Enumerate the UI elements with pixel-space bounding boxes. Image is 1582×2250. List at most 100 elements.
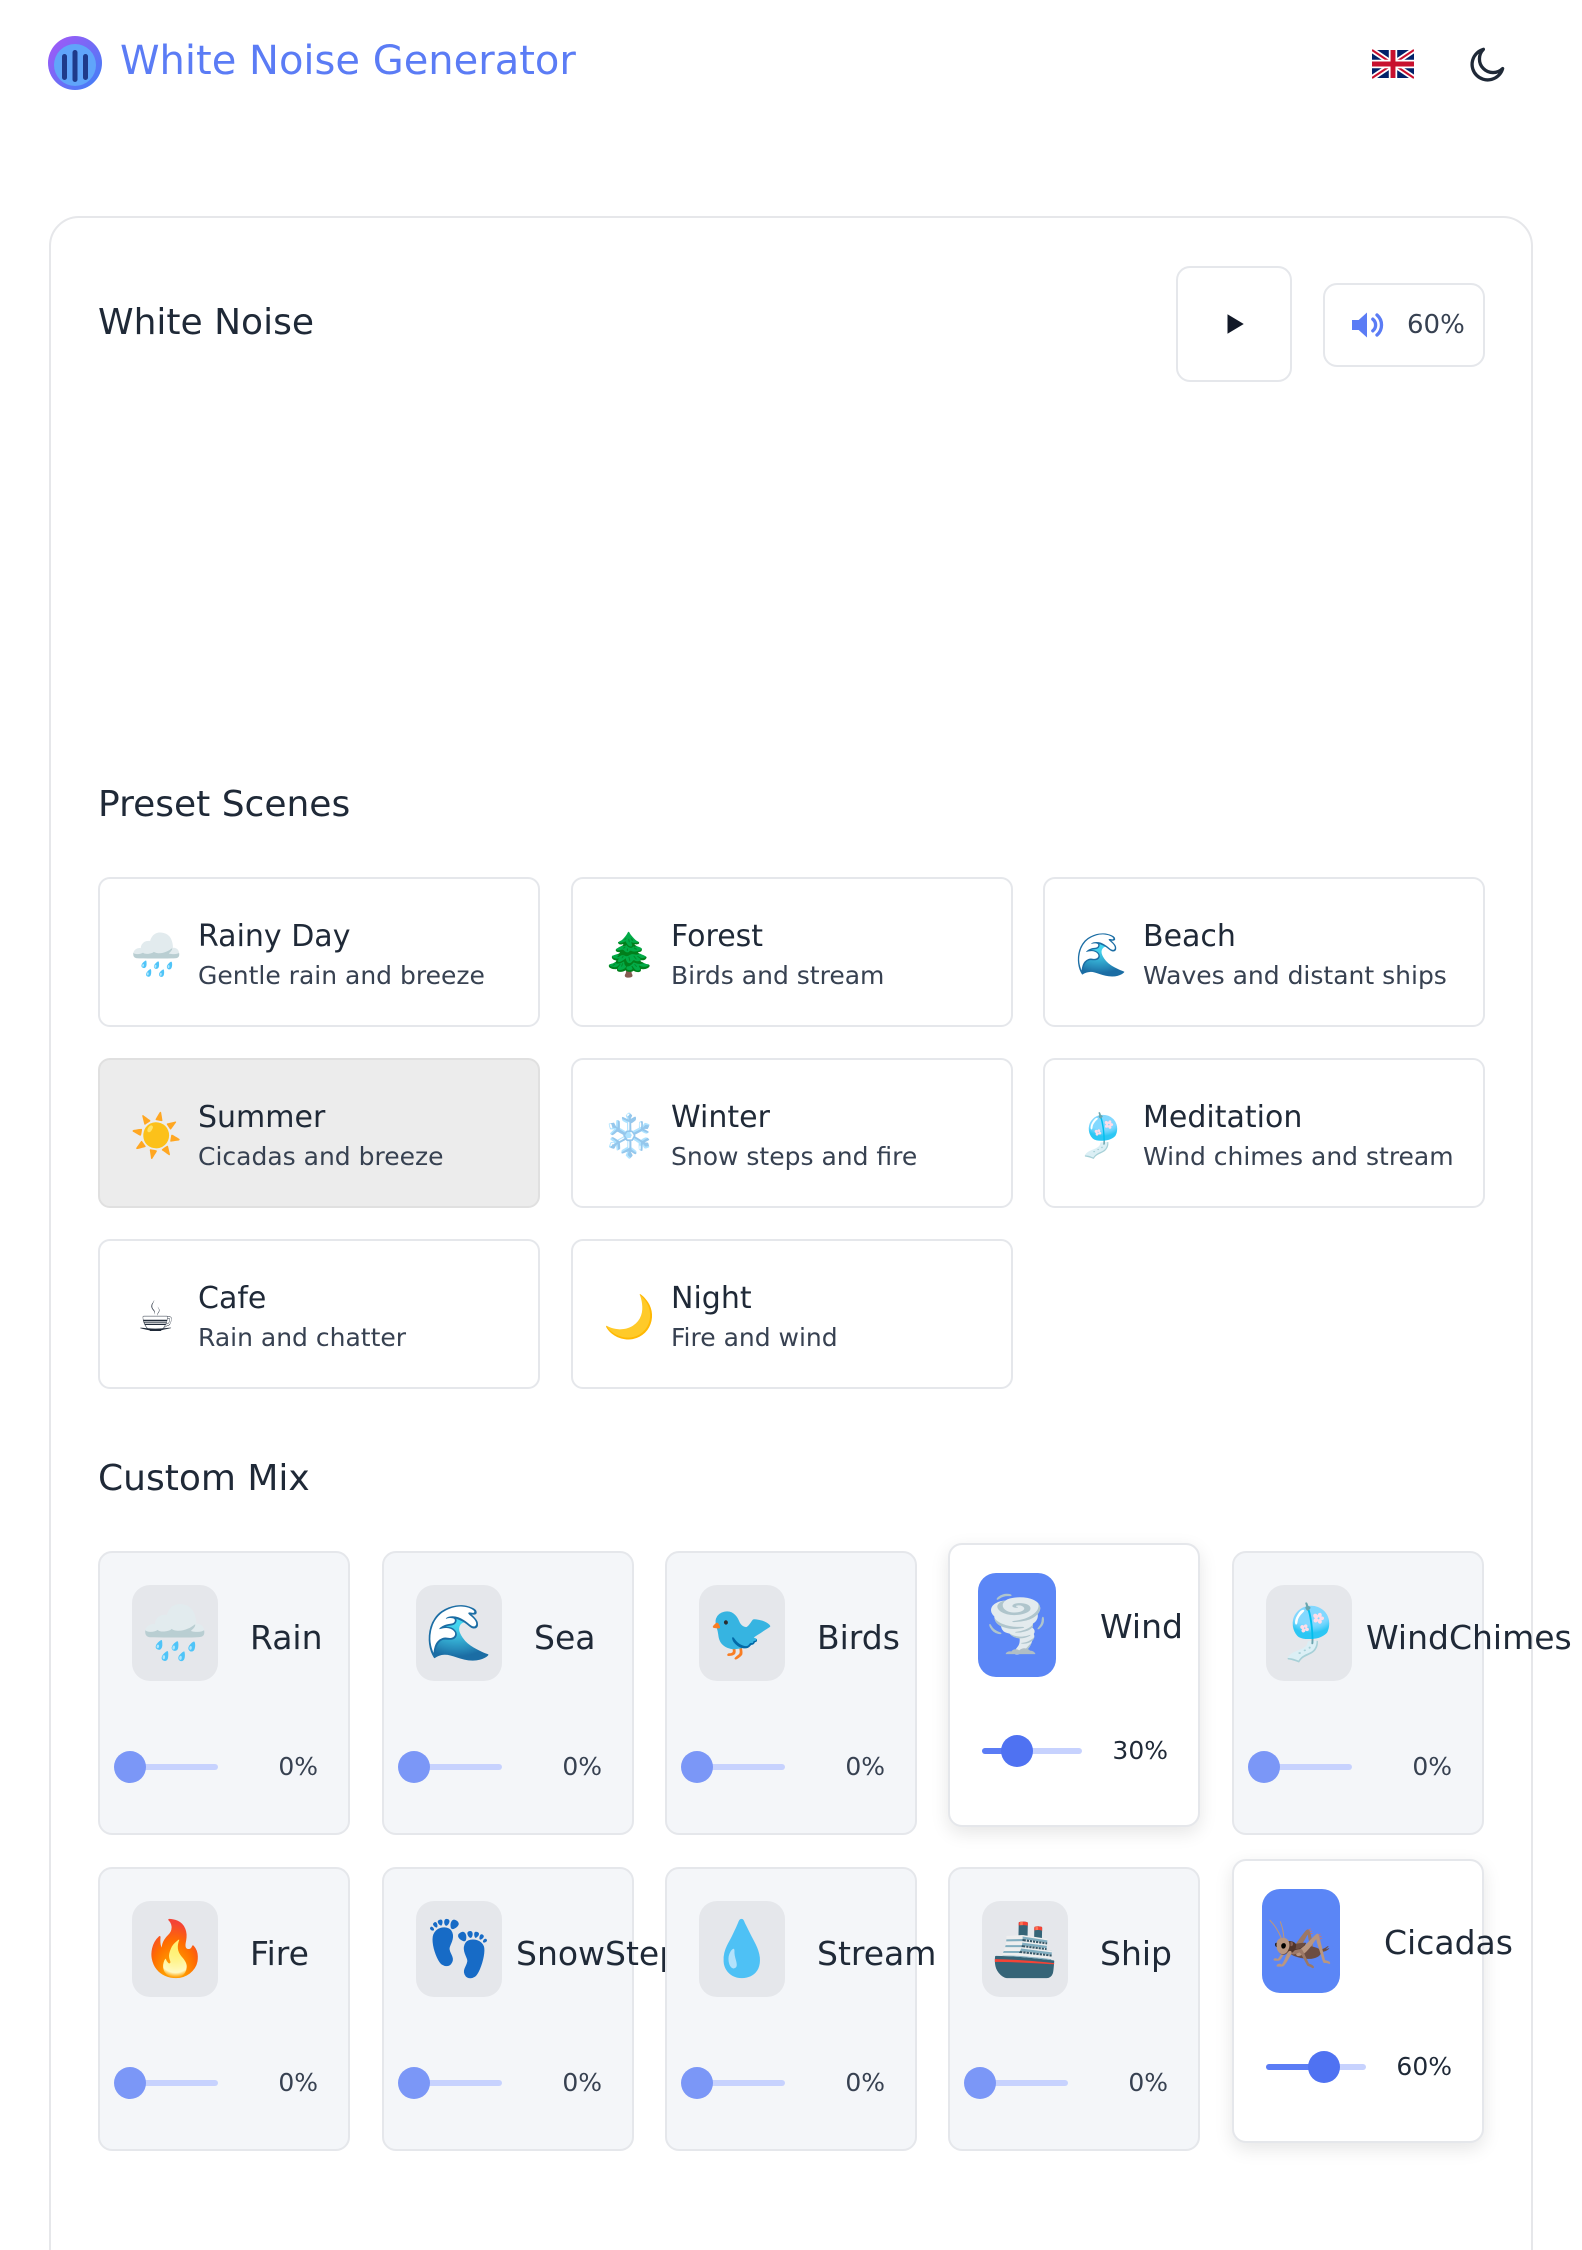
moon-icon[interactable]: [1466, 42, 1510, 86]
preset-forest[interactable]: 🌲 Forest Birds and stream: [571, 877, 1013, 1027]
sound-name-line: Wind: [1366, 1618, 1449, 1657]
play-icon: [1227, 314, 1244, 334]
preset-description: Fire and wind: [671, 1323, 838, 1352]
preset-beach[interactable]: 🌊 Beach Waves and distant ships: [1043, 877, 1485, 1027]
sound-volume-value: 0%: [562, 2068, 602, 2097]
preset-summer[interactable]: ☀️ Summer Cicadas and breeze: [98, 1058, 540, 1208]
sun-icon: ☀️: [130, 1111, 183, 1160]
sound-volume-value: 0%: [845, 1752, 885, 1781]
fire-icon[interactable]: 🔥: [132, 1901, 218, 1997]
volume-slider[interactable]: [1266, 2049, 1366, 2085]
sound-tile-birds: 🐦 Birds 0%: [665, 1551, 917, 1835]
slider-thumb[interactable]: [964, 2067, 996, 2099]
sound-volume-value: 0%: [278, 1752, 318, 1781]
volume-slider[interactable]: [982, 1733, 1082, 1769]
droplet-icon[interactable]: 💧: [699, 1901, 785, 1997]
rain-cloud-icon: 🌧️: [130, 930, 183, 979]
app-logo-icon: [48, 36, 102, 90]
sound-volume-value: 0%: [562, 1752, 602, 1781]
preset-rainy-day[interactable]: 🌧️ Rainy Day Gentle rain and breeze: [98, 877, 540, 1027]
wind-chime-icon[interactable]: 🎐: [1266, 1585, 1352, 1681]
footprints-icon[interactable]: 👣: [416, 1901, 502, 1997]
sound-name: Wind: [1100, 1607, 1183, 1646]
cricket-icon[interactable]: 🦗: [1262, 1889, 1340, 1993]
preset-name: Rainy Day: [198, 919, 351, 954]
sound-name: Ship: [1100, 1934, 1172, 1973]
sound-tile-rain: 🌧️ Rain 0%: [98, 1551, 350, 1835]
sound-volume-value: 0%: [1128, 2068, 1168, 2097]
volume-slider[interactable]: [681, 1749, 785, 1785]
volume-slider[interactable]: [114, 2065, 218, 2101]
preset-name: Meditation: [1143, 1100, 1303, 1135]
preset-description: Snow steps and fire: [671, 1142, 918, 1171]
play-button[interactable]: [1176, 266, 1292, 382]
player-title: White Noise: [98, 302, 314, 343]
ship-icon[interactable]: 🚢: [982, 1901, 1068, 1997]
top-header: White Noise Generator: [0, 0, 1582, 130]
preset-description: Waves and distant ships: [1143, 961, 1447, 990]
slider-thumb[interactable]: [1307, 2051, 1340, 2083]
preset-name: Cafe: [198, 1281, 267, 1316]
slider-thumb[interactable]: [398, 2067, 430, 2099]
preset-name: Beach: [1143, 919, 1236, 954]
slider-thumb[interactable]: [398, 1751, 430, 1783]
volume-slider[interactable]: [1248, 1749, 1352, 1785]
sound-volume-value: 30%: [1112, 1736, 1168, 1765]
sound-tile-snow-steps: 👣 Snow Steps 0%: [382, 1867, 697, 2151]
preset-meditation[interactable]: 🎐 Meditation Wind chimes and stream: [1043, 1058, 1485, 1208]
sound-volume-value: 60%: [1396, 2052, 1452, 2081]
preset-description: Gentle rain and breeze: [198, 961, 485, 990]
wind-chime-icon: 🎐: [1075, 1111, 1128, 1160]
crescent-moon-icon: 🌙: [603, 1292, 656, 1341]
slider-thumb[interactable]: [114, 2067, 146, 2099]
preset-description: Cicadas and breeze: [198, 1142, 444, 1171]
sound-volume-value: 0%: [278, 2068, 318, 2097]
rain-cloud-icon[interactable]: 🌧️: [132, 1585, 218, 1681]
tree-icon: 🌲: [603, 930, 656, 979]
slider-thumb[interactable]: [1248, 1751, 1280, 1783]
app-title: White Noise Generator: [120, 38, 576, 84]
sound-tile-stream: 💧 Stream 0%: [665, 1867, 936, 2151]
uk-flag-icon[interactable]: [1372, 49, 1414, 79]
sound-name: Rain: [250, 1618, 323, 1657]
preset-description: Birds and stream: [671, 961, 885, 990]
volume-slider[interactable]: [398, 1749, 502, 1785]
slider-thumb[interactable]: [681, 2067, 713, 2099]
wave-icon[interactable]: 🌊: [416, 1585, 502, 1681]
sound-tile-ship: 🚢 Ship 0%: [948, 1867, 1200, 2151]
sound-tile-cicadas: 🦗 Cicadas 60%: [1232, 1859, 1513, 2143]
preset-name: Summer: [198, 1100, 326, 1135]
sound-name: Fire: [250, 1934, 309, 1973]
volume-slider[interactable]: [964, 2065, 1068, 2101]
wave-icon: 🌊: [1075, 930, 1128, 979]
custom-mix-title: Custom Mix: [98, 1458, 310, 1499]
volume-slider[interactable]: [681, 2065, 785, 2101]
sound-name: Birds: [817, 1618, 900, 1657]
slider-thumb[interactable]: [1000, 1735, 1033, 1767]
sound-name: Cicadas: [1384, 1923, 1513, 1962]
preset-name: Night: [671, 1281, 752, 1316]
bird-icon[interactable]: 🐦: [699, 1585, 785, 1681]
volume-slider[interactable]: [398, 2065, 502, 2101]
preset-cafe[interactable]: ☕ Cafe Rain and chatter: [98, 1239, 540, 1389]
sound-tile-fire: 🔥 Fire 0%: [98, 1867, 350, 2151]
sound-volume-value: 0%: [1412, 1752, 1452, 1781]
preset-description: Wind chimes and stream: [1143, 1142, 1454, 1171]
volume-value: 60%: [1407, 310, 1465, 340]
sound-name: Sea: [534, 1618, 596, 1657]
preset-name: Winter: [671, 1100, 770, 1135]
slider-thumb[interactable]: [681, 1751, 713, 1783]
sound-name: Stream: [817, 1934, 937, 1973]
coffee-icon: ☕: [137, 1292, 175, 1341]
preset-name: Forest: [671, 919, 764, 954]
preset-winter[interactable]: ❄️ Winter Snow steps and fire: [571, 1058, 1013, 1208]
sound-volume-value: 0%: [845, 2068, 885, 2097]
slider-thumb[interactable]: [114, 1751, 146, 1783]
sound-name: Wind Chimes: [1366, 1553, 1572, 1723]
preset-scenes-title: Preset Scenes: [98, 784, 351, 825]
volume-control[interactable]: 60%: [1323, 283, 1485, 367]
volume-slider[interactable]: [114, 1749, 218, 1785]
snowflake-icon: ❄️: [603, 1111, 656, 1160]
tornado-icon[interactable]: 🌪️: [978, 1573, 1056, 1677]
preset-night[interactable]: 🌙 Night Fire and wind: [571, 1239, 1013, 1389]
